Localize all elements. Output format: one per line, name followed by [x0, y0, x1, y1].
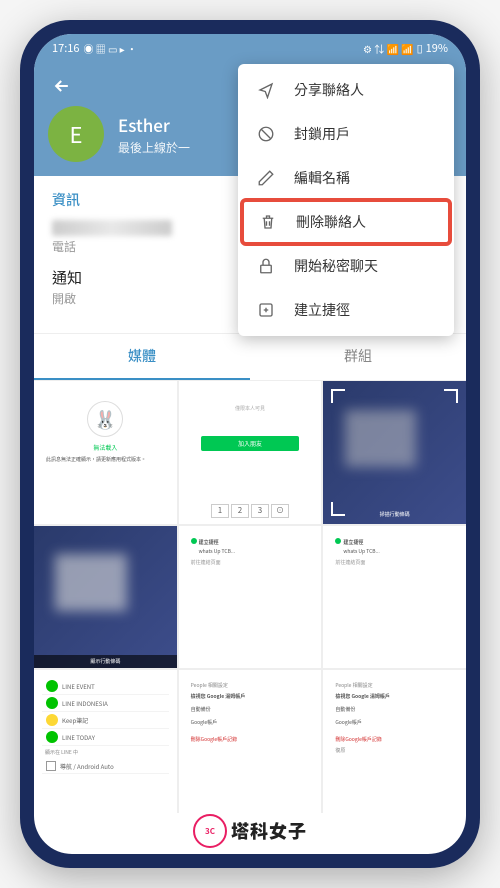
sticker-icon: 🐰: [87, 401, 123, 437]
status-time: 17:16: [52, 40, 79, 56]
watermark-badge: 3C: [193, 814, 227, 848]
menu-label: 建立捷徑: [294, 300, 350, 320]
page-more[interactable]: ⊙: [271, 504, 289, 518]
page-1[interactable]: 1: [211, 504, 229, 518]
media-thumbnail[interactable]: 顯示行動條碼: [34, 526, 177, 669]
share-icon: [256, 80, 276, 100]
media-thumbnail[interactable]: LINE EVENT LINE INDONESIA Keep筆記 LINE TO…: [34, 670, 177, 813]
menu-label: 編輯名稱: [294, 168, 350, 188]
blurred-content: [55, 554, 126, 611]
watermark-text: 塔科女子: [231, 818, 307, 844]
menu-label: 刪除聯絡人: [296, 212, 366, 232]
menu-item-create-shortcut[interactable]: 建立捷徑: [238, 288, 454, 332]
pager: 1 2 3 ⊙: [211, 504, 289, 518]
lock-icon: [256, 256, 276, 276]
status-bar: 17:16 ◉ ▦ ▭ ▸ • ⚙ ⇅ 📶 📶 ▯ 19%: [34, 34, 466, 62]
menu-label: 開始秘密聊天: [294, 256, 378, 276]
block-icon: [256, 124, 276, 144]
back-button[interactable]: [48, 72, 76, 100]
menu-item-share-contact[interactable]: 分享聯絡人: [238, 68, 454, 112]
add-shortcut-icon: [256, 300, 276, 320]
page-2[interactable]: 2: [231, 504, 249, 518]
media-thumbnail[interactable]: People 相關設定 檢視您 Google 湯姆帳戶 自動備份 Google帳…: [179, 670, 322, 813]
page-3[interactable]: 3: [251, 504, 269, 518]
trash-icon: [258, 212, 278, 232]
phone-number-blurred: [52, 220, 172, 236]
media-thumbnail[interactable]: 建立捷徑 whats Up TCB... 前往連結頁面: [323, 526, 466, 669]
menu-label: 封鎖用戶: [294, 124, 350, 144]
media-thumbnail[interactable]: 掃描行動條碼: [323, 381, 466, 524]
avatar-letter: E: [70, 118, 83, 150]
watermark: 3C 塔科女子: [193, 814, 307, 848]
last-seen: 最後上線於一: [118, 139, 190, 156]
phone-screen: 17:16 ◉ ▦ ▭ ▸ • ⚙ ⇅ 📶 📶 ▯ 19% E Esther 最…: [34, 34, 466, 854]
menu-item-block-user[interactable]: 封鎖用戶: [238, 112, 454, 156]
phone-device-frame: 17:16 ◉ ▦ ▭ ▸ • ⚙ ⇅ 📶 📶 ▯ 19% E Esther 最…: [20, 20, 480, 868]
menu-label: 分享聯絡人: [294, 80, 364, 100]
media-thumbnail[interactable]: 建立捷徑 whats Up TCB... 前往連結頁面: [179, 526, 322, 669]
profile-name: Esther: [118, 112, 190, 137]
menu-item-edit-name[interactable]: 編輯名稱: [238, 156, 454, 200]
status-app-icons: ◉ ▦ ▭ ▸ •: [83, 41, 136, 56]
blurred-content: [345, 410, 416, 467]
tab-media[interactable]: 媒體: [34, 334, 250, 380]
media-thumbnail[interactable]: People 相關設定 檢視您 Google 湯姆帳戶 自動備份 Google帳…: [323, 670, 466, 813]
menu-item-secret-chat[interactable]: 開始秘密聊天: [238, 244, 454, 288]
media-thumbnail[interactable]: 僅限本人可見 加入朋友 1 2 3 ⊙: [179, 381, 322, 524]
status-network-icons: ⚙ ⇅ 📶 📶: [363, 41, 414, 56]
avatar[interactable]: E: [48, 106, 104, 162]
tab-groups[interactable]: 群組: [250, 334, 466, 380]
pencil-icon: [256, 168, 276, 188]
media-thumbnail[interactable]: 🐰 無法載入 此訊息無法正確顯示，請更新應用程式版本。: [34, 381, 177, 524]
battery-icon: ▯: [417, 40, 423, 56]
menu-item-delete-contact[interactable]: 刪除聯絡人: [240, 198, 452, 246]
options-dropdown-menu: 分享聯絡人 封鎖用戶 編輯名稱 刪除聯絡人: [238, 64, 454, 336]
content-tabs: 媒體 群組: [34, 334, 466, 381]
battery-percent: 19%: [426, 40, 448, 56]
media-grid: 🐰 無法載入 此訊息無法正確顯示，請更新應用程式版本。 僅限本人可見 加入朋友 …: [34, 381, 466, 813]
